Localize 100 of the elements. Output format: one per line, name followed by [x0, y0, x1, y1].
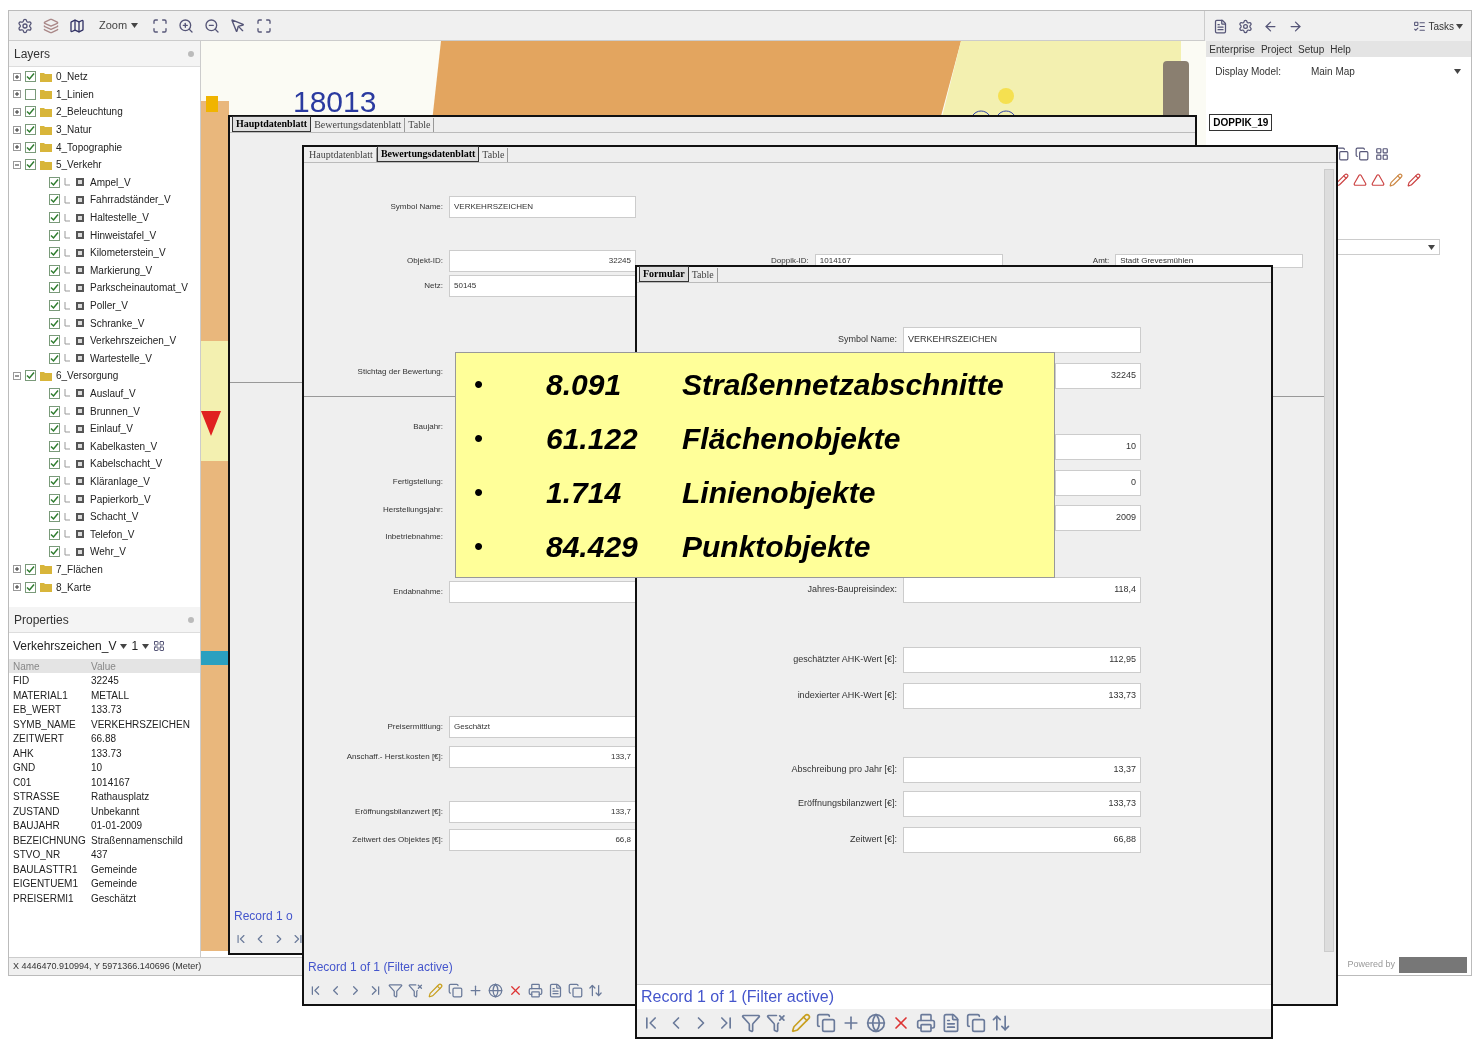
input-field[interactable]: 133,7	[449, 746, 636, 768]
checkbox[interactable]	[25, 124, 36, 136]
input-field[interactable]: Geschätzt	[449, 716, 636, 738]
checkbox[interactable]	[25, 563, 36, 575]
tab[interactable]: Table	[479, 148, 509, 162]
layer-label[interactable]: Brunnen_V	[90, 403, 141, 419]
expand-icon[interactable]	[13, 565, 21, 574]
checkbox[interactable]	[49, 229, 60, 241]
menu-item[interactable]: Project	[1260, 41, 1293, 57]
layer-label[interactable]: Wartestelle_V	[90, 350, 152, 366]
expand-icon[interactable]	[13, 90, 21, 99]
layer-label[interactable]: Ampel_V	[90, 174, 131, 190]
pencil-icon[interactable]	[1335, 173, 1350, 187]
last-record-icon[interactable]	[291, 932, 305, 946]
dropdown[interactable]	[1335, 239, 1441, 255]
tab[interactable]: Bewertungsdatenblatt	[311, 118, 406, 132]
checkbox[interactable]	[49, 176, 60, 188]
layer-group-label[interactable]: 3_Natur	[56, 122, 92, 138]
expand-icon[interactable]	[13, 108, 21, 116]
document-icon[interactable]	[548, 982, 563, 998]
checkbox[interactable]	[25, 88, 36, 100]
map-icon[interactable]	[69, 17, 85, 34]
checkbox[interactable]	[49, 335, 60, 347]
tab[interactable]: Bewertungsdatenblatt	[376, 146, 480, 162]
checkbox[interactable]	[25, 106, 36, 118]
collapse-icon[interactable]	[13, 371, 21, 380]
input-field[interactable]: 66,88	[903, 827, 1141, 853]
input-field[interactable]: 0	[1055, 470, 1141, 496]
settings-icon[interactable]	[17, 17, 33, 34]
input-field[interactable]: 32245	[449, 250, 636, 272]
layer-label[interactable]: Parkscheinautomat_V	[90, 280, 188, 296]
collapse-icon[interactable]	[13, 160, 21, 169]
triangle-icon[interactable]	[1371, 173, 1386, 187]
checkbox[interactable]	[49, 546, 60, 558]
clear-filter-icon[interactable]	[408, 982, 423, 998]
copy-icon[interactable]	[1355, 147, 1370, 161]
select-icon[interactable]	[256, 17, 273, 34]
input-field[interactable]: 133,73	[903, 683, 1141, 709]
checkbox[interactable]	[25, 370, 36, 382]
filter-icon[interactable]	[741, 1013, 761, 1033]
expand-icon[interactable]	[13, 72, 21, 81]
checkbox[interactable]	[25, 159, 36, 171]
back-icon[interactable]	[1263, 18, 1279, 34]
pointer-icon[interactable]	[230, 17, 247, 34]
layer-group-label[interactable]: 4_Topographie	[56, 139, 123, 155]
layer-label[interactable]: Kabelschacht_V	[90, 456, 163, 472]
layer-label[interactable]: Fahrradständer_V	[90, 192, 171, 208]
input-field[interactable]: 66,8	[449, 829, 636, 851]
checkbox[interactable]	[49, 511, 60, 523]
layer-group-label[interactable]: 0_Netz	[56, 69, 88, 85]
checkbox[interactable]	[49, 194, 60, 206]
tab[interactable]: Table	[405, 118, 435, 132]
checkbox[interactable]	[49, 352, 60, 364]
checkbox[interactable]	[25, 581, 36, 593]
input-field[interactable]: 118,4	[903, 577, 1141, 603]
globe-icon[interactable]	[488, 982, 503, 998]
layer-group-label[interactable]: 8_Karte	[56, 579, 92, 595]
layer-group-label[interactable]: 7_Flächen	[56, 561, 103, 577]
first-record-icon[interactable]	[234, 932, 248, 946]
layer-label[interactable]: Schranke_V	[90, 315, 145, 331]
checkbox[interactable]	[49, 493, 60, 505]
layer-label[interactable]: Einlauf_V	[90, 421, 133, 437]
print-icon[interactable]	[916, 1013, 936, 1033]
layer-dropdown[interactable]: Verkehrszeichen_V	[13, 637, 128, 655]
tab[interactable]: Hauptdatenblatt	[232, 116, 312, 132]
input-field[interactable]: 2009	[1055, 505, 1141, 531]
tab[interactable]: Formular	[639, 266, 689, 282]
tab[interactable]: DOPPIK_19	[1209, 114, 1273, 131]
zoom-out-icon[interactable]	[204, 17, 221, 34]
layer-label[interactable]: Papierkorb_V	[90, 491, 151, 507]
layer-group-label[interactable]: 6_Versorgung	[56, 368, 119, 384]
checkbox[interactable]	[49, 282, 60, 294]
layer-group-label[interactable]: 2_Beleuchtung	[56, 104, 123, 120]
layer-label[interactable]: Poller_V	[90, 298, 128, 313]
table-icon[interactable]	[153, 640, 166, 652]
clear-filter-icon[interactable]	[766, 1013, 786, 1033]
checkbox[interactable]	[49, 300, 60, 311]
layer-label[interactable]: Kläranlage_V	[90, 473, 151, 489]
layer-group-label[interactable]: 5_Verkehr	[56, 157, 102, 173]
layer-label[interactable]: Schacht_V	[90, 509, 139, 525]
tasks-button[interactable]: Tasks	[1413, 18, 1463, 34]
input-field[interactable]: VERKEHRSZEICHEN	[903, 327, 1141, 353]
checkbox[interactable]	[49, 247, 60, 259]
input-field[interactable]: VERKEHRSZEICHEN	[449, 196, 636, 218]
input-field[interactable]: 133,7	[449, 801, 636, 823]
checkbox[interactable]	[49, 440, 60, 452]
document-icon[interactable]	[1213, 18, 1229, 34]
print-icon[interactable]	[528, 982, 543, 998]
triangle-icon[interactable]	[1353, 173, 1368, 187]
layer-label[interactable]: Telefon_V	[90, 526, 135, 542]
menu-item[interactable]: Help	[1330, 41, 1351, 57]
checkbox[interactable]	[25, 71, 36, 83]
input-field[interactable]: 50145	[449, 275, 636, 297]
globe-icon[interactable]	[866, 1013, 886, 1033]
sort-icon[interactable]	[991, 1013, 1011, 1033]
feature-dropdown[interactable]: 1	[131, 637, 150, 655]
filter-icon[interactable]	[388, 982, 403, 998]
grid-icon[interactable]	[1375, 147, 1390, 161]
tab[interactable]: Table	[688, 268, 718, 282]
duplicate-icon[interactable]	[966, 1013, 986, 1033]
